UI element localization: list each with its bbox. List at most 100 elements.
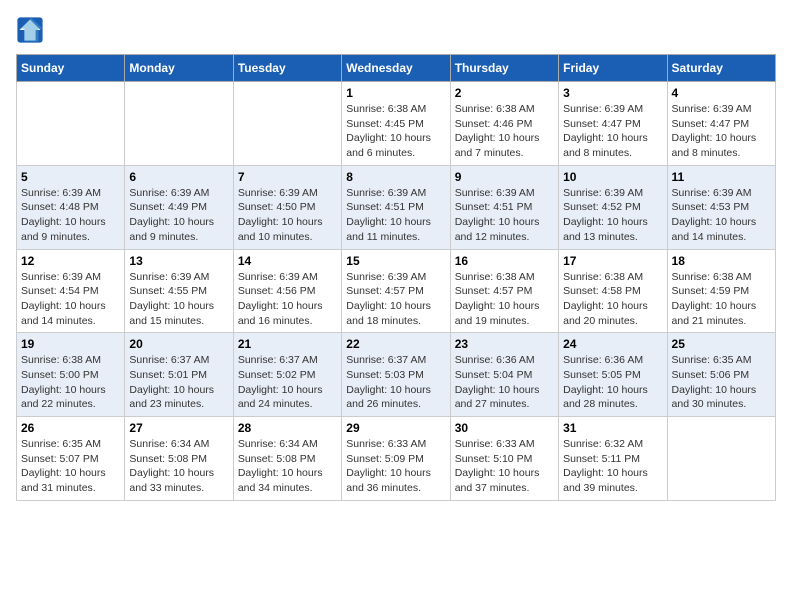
- day-number: 28: [238, 421, 337, 435]
- day-info: Sunrise: 6:38 AM Sunset: 4:57 PM Dayligh…: [455, 270, 554, 329]
- weekday-header: Friday: [559, 55, 667, 82]
- day-info: Sunrise: 6:39 AM Sunset: 4:50 PM Dayligh…: [238, 186, 337, 245]
- calendar-week-row: 19Sunrise: 6:38 AM Sunset: 5:00 PM Dayli…: [17, 333, 776, 417]
- calendar-week-row: 1 Sunrise: 6:38 AM Sunset: 4:45 PM Daylig…: [17, 82, 776, 166]
- day-info: Sunrise: 6:39 AM Sunset: 4:51 PM Dayligh…: [455, 186, 554, 245]
- calendar-cell: 8 Sunrise: 6:39 AM Sunset: 4:51 PM Daylig…: [342, 165, 450, 249]
- calendar-cell: 27Sunrise: 6:34 AM Sunset: 5:08 PM Dayli…: [125, 417, 233, 501]
- calendar-cell: 7 Sunrise: 6:39 AM Sunset: 4:50 PM Daylig…: [233, 165, 341, 249]
- day-number: 21: [238, 337, 337, 351]
- day-info: Sunrise: 6:37 AM Sunset: 5:03 PM Dayligh…: [346, 353, 445, 412]
- day-info: Sunrise: 6:34 AM Sunset: 5:08 PM Dayligh…: [238, 437, 337, 496]
- calendar-cell: 6Sunrise: 6:39 AM Sunset: 4:49 PM Daylig…: [125, 165, 233, 249]
- day-info: Sunrise: 6:39 AM Sunset: 4:49 PM Dayligh…: [129, 186, 228, 245]
- calendar-cell: 15 Sunrise: 6:39 AM Sunset: 4:57 PM Dayli…: [342, 249, 450, 333]
- day-number: 11: [672, 170, 771, 184]
- day-info: Sunrise: 6:38 AM Sunset: 4:45 PM Dayligh…: [346, 102, 445, 161]
- calendar-cell: [125, 82, 233, 166]
- day-number: 5: [21, 170, 120, 184]
- weekday-header: Tuesday: [233, 55, 341, 82]
- calendar-cell: [233, 82, 341, 166]
- calendar-cell: 20 Sunrise: 6:37 AM Sunset: 5:01 PM Dayli…: [125, 333, 233, 417]
- day-number: 12: [21, 254, 120, 268]
- day-info: Sunrise: 6:32 AM Sunset: 5:11 PM Dayligh…: [563, 437, 662, 496]
- day-number: 31: [563, 421, 662, 435]
- day-info: Sunrise: 6:33 AM Sunset: 5:10 PM Dayligh…: [455, 437, 554, 496]
- calendar-cell: 16 Sunrise: 6:38 AM Sunset: 4:57 PM Dayli…: [450, 249, 558, 333]
- calendar-cell: 12 Sunrise: 6:39 AM Sunset: 4:54 PM Dayli…: [17, 249, 125, 333]
- calendar-cell: 28 Sunrise: 6:34 AM Sunset: 5:08 PM Dayli…: [233, 417, 341, 501]
- calendar-cell: 9 Sunrise: 6:39 AM Sunset: 4:51 PM Daylig…: [450, 165, 558, 249]
- calendar-cell: 19Sunrise: 6:38 AM Sunset: 5:00 PM Dayli…: [17, 333, 125, 417]
- calendar-cell: 23Sunrise: 6:36 AM Sunset: 5:04 PM Dayli…: [450, 333, 558, 417]
- day-info: Sunrise: 6:39 AM Sunset: 4:54 PM Dayligh…: [21, 270, 120, 329]
- calendar-cell: 26 Sunrise: 6:35 AM Sunset: 5:07 PM Dayli…: [17, 417, 125, 501]
- day-info: Sunrise: 6:39 AM Sunset: 4:56 PM Dayligh…: [238, 270, 337, 329]
- day-info: Sunrise: 6:39 AM Sunset: 4:48 PM Dayligh…: [21, 186, 120, 245]
- day-number: 4: [672, 86, 771, 100]
- day-number: 2: [455, 86, 554, 100]
- logo: [16, 16, 48, 44]
- day-info: Sunrise: 6:34 AM Sunset: 5:08 PM Dayligh…: [129, 437, 228, 496]
- calendar-cell: 11 Sunrise: 6:39 AM Sunset: 4:53 PM Dayli…: [667, 165, 775, 249]
- day-number: 9: [455, 170, 554, 184]
- calendar-cell: 2 Sunrise: 6:38 AM Sunset: 4:46 PM Daylig…: [450, 82, 558, 166]
- day-number: 7: [238, 170, 337, 184]
- day-info: Sunrise: 6:39 AM Sunset: 4:55 PM Dayligh…: [129, 270, 228, 329]
- day-info: Sunrise: 6:39 AM Sunset: 4:53 PM Dayligh…: [672, 186, 771, 245]
- day-number: 13: [129, 254, 228, 268]
- day-number: 15: [346, 254, 445, 268]
- calendar-cell: [667, 417, 775, 501]
- calendar-cell: 29 Sunrise: 6:33 AM Sunset: 5:09 PM Dayli…: [342, 417, 450, 501]
- weekday-header: Sunday: [17, 55, 125, 82]
- day-number: 14: [238, 254, 337, 268]
- calendar-cell: 24 Sunrise: 6:36 AM Sunset: 5:05 PM Dayli…: [559, 333, 667, 417]
- weekday-header: Thursday: [450, 55, 558, 82]
- day-number: 8: [346, 170, 445, 184]
- day-number: 17: [563, 254, 662, 268]
- calendar-week-row: 12 Sunrise: 6:39 AM Sunset: 4:54 PM Dayli…: [17, 249, 776, 333]
- day-info: Sunrise: 6:38 AM Sunset: 5:00 PM Dayligh…: [21, 353, 120, 412]
- day-number: 18: [672, 254, 771, 268]
- calendar-week-row: 5 Sunrise: 6:39 AM Sunset: 4:48 PM Daylig…: [17, 165, 776, 249]
- day-info: Sunrise: 6:37 AM Sunset: 5:01 PM Dayligh…: [129, 353, 228, 412]
- day-number: 23: [455, 337, 554, 351]
- day-info: Sunrise: 6:39 AM Sunset: 4:51 PM Dayligh…: [346, 186, 445, 245]
- day-number: 3: [563, 86, 662, 100]
- calendar-cell: 4 Sunrise: 6:39 AM Sunset: 4:47 PM Daylig…: [667, 82, 775, 166]
- day-info: Sunrise: 6:38 AM Sunset: 4:59 PM Dayligh…: [672, 270, 771, 329]
- day-info: Sunrise: 6:36 AM Sunset: 5:05 PM Dayligh…: [563, 353, 662, 412]
- day-info: Sunrise: 6:33 AM Sunset: 5:09 PM Dayligh…: [346, 437, 445, 496]
- day-number: 22: [346, 337, 445, 351]
- calendar-table: SundayMondayTuesdayWednesdayThursdayFrid…: [16, 54, 776, 501]
- day-number: 20: [129, 337, 228, 351]
- day-number: 24: [563, 337, 662, 351]
- calendar-cell: 1 Sunrise: 6:38 AM Sunset: 4:45 PM Daylig…: [342, 82, 450, 166]
- calendar-cell: 22 Sunrise: 6:37 AM Sunset: 5:03 PM Dayli…: [342, 333, 450, 417]
- day-info: Sunrise: 6:35 AM Sunset: 5:07 PM Dayligh…: [21, 437, 120, 496]
- calendar-cell: 25Sunrise: 6:35 AM Sunset: 5:06 PM Dayli…: [667, 333, 775, 417]
- day-info: Sunrise: 6:39 AM Sunset: 4:47 PM Dayligh…: [672, 102, 771, 161]
- day-info: Sunrise: 6:35 AM Sunset: 5:06 PM Dayligh…: [672, 353, 771, 412]
- calendar-cell: 30 Sunrise: 6:33 AM Sunset: 5:10 PM Dayli…: [450, 417, 558, 501]
- calendar-week-row: 26 Sunrise: 6:35 AM Sunset: 5:07 PM Dayli…: [17, 417, 776, 501]
- day-info: Sunrise: 6:37 AM Sunset: 5:02 PM Dayligh…: [238, 353, 337, 412]
- calendar-cell: 14 Sunrise: 6:39 AM Sunset: 4:56 PM Dayli…: [233, 249, 341, 333]
- calendar-header-row: SundayMondayTuesdayWednesdayThursdayFrid…: [17, 55, 776, 82]
- day-info: Sunrise: 6:39 AM Sunset: 4:57 PM Dayligh…: [346, 270, 445, 329]
- day-number: 1: [346, 86, 445, 100]
- logo-icon: [16, 16, 44, 44]
- day-number: 30: [455, 421, 554, 435]
- day-info: Sunrise: 6:38 AM Sunset: 4:58 PM Dayligh…: [563, 270, 662, 329]
- page-header: [16, 16, 776, 44]
- day-info: Sunrise: 6:38 AM Sunset: 4:46 PM Dayligh…: [455, 102, 554, 161]
- calendar-cell: [17, 82, 125, 166]
- day-number: 26: [21, 421, 120, 435]
- weekday-header: Monday: [125, 55, 233, 82]
- day-number: 29: [346, 421, 445, 435]
- calendar-cell: 21 Sunrise: 6:37 AM Sunset: 5:02 PM Dayli…: [233, 333, 341, 417]
- weekday-header: Wednesday: [342, 55, 450, 82]
- day-info: Sunrise: 6:39 AM Sunset: 4:47 PM Dayligh…: [563, 102, 662, 161]
- day-number: 16: [455, 254, 554, 268]
- calendar-cell: 13 Sunrise: 6:39 AM Sunset: 4:55 PM Dayli…: [125, 249, 233, 333]
